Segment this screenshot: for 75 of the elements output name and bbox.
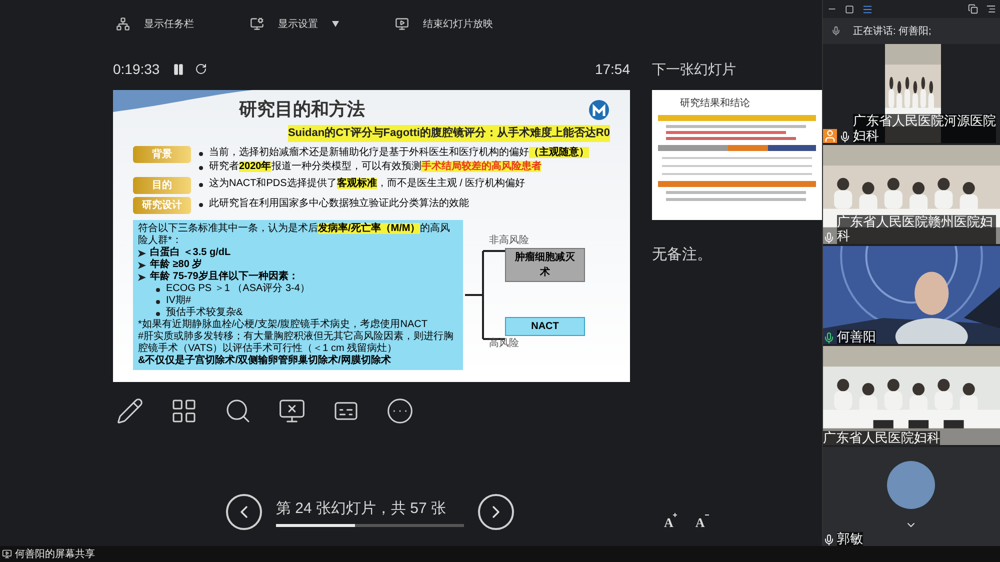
participant-name: 何善阳 <box>837 330 876 344</box>
minus-icon <box>704 512 709 516</box>
clock-time: 17:54 <box>594 60 630 78</box>
bullet-icon <box>199 152 203 156</box>
branch-label: 非高风险 <box>489 234 530 248</box>
arrow-bullet-icon <box>138 274 146 280</box>
plus-icon <box>673 512 678 516</box>
decrease-font-button[interactable]: A <box>695 512 709 532</box>
criteria-intro: 符合以下三条标准其中一条，认为是术后发病率/死亡率（M/M）的高风险人群*： <box>138 222 452 246</box>
pause-icon <box>172 62 185 76</box>
pen-icon <box>116 397 144 425</box>
toolbar-icon <box>116 17 130 31</box>
speaking-label: 正在讲话: 何善阳; <box>853 24 932 38</box>
criteria-subitem: 预估手术较复杂& <box>166 306 243 318</box>
next-slide-button[interactable] <box>478 494 514 530</box>
footnote: &不仅仅是子宫切除术/双侧输卵管卵巢切除术/网膜切除术 <box>138 354 392 366</box>
criteria-subitem: IV期# <box>166 294 192 306</box>
bullet-icon <box>156 312 160 316</box>
slide-counter: 第 24 张幻灯片，共 57 张 <box>276 498 448 518</box>
criteria-item: 年龄 ≥80 岁 <box>150 258 202 270</box>
bullet-icon <box>199 202 203 206</box>
list-icon[interactable] <box>986 4 996 14</box>
participant-name: 广东省人民医院赣州医院妇科 <box>837 215 996 244</box>
bullet-icon <box>199 182 203 186</box>
toolbar-icon <box>250 17 264 31</box>
dropdown-caret-icon <box>332 21 339 27</box>
participant-name: 广东省人民医院妇科 <box>823 430 940 446</box>
toolbar-button[interactable]: 结束幻灯片放映 <box>395 16 493 32</box>
reset-icon <box>194 63 207 75</box>
section-label: 研究设计 <box>133 196 191 214</box>
outcome-box: NACT <box>505 316 585 336</box>
bullet-text: 此研究旨在利用国家多中心数据独立验证此分类算法的效能 <box>209 198 469 210</box>
section-label: 目的 <box>133 176 191 194</box>
slides-grid-icon <box>170 397 198 425</box>
bullet-text: 当前，选择初始减瘤术还是新辅助化疗是基于外科医生和医疗机构的偏好（主观随意） <box>209 146 589 158</box>
avatar <box>887 461 935 510</box>
maximize-icon[interactable] <box>845 4 854 14</box>
screen-icon <box>278 397 306 425</box>
screen-share-label: 何善阳的屏幕共享 <box>15 548 95 562</box>
section-label: 背景 <box>133 146 191 162</box>
speaker-notes: 无备注。 <box>652 245 713 265</box>
participant-name: 郭敏 <box>837 532 863 546</box>
thumbnail-title: 研究结果和结论 <box>679 96 751 111</box>
menu-icon[interactable] <box>862 4 873 14</box>
bullet-text: 这为NACT和PDS选择提供了客观标准，而不是医生主观 / 医疗机构偏好 <box>209 178 526 190</box>
logo-icon <box>588 98 610 120</box>
arrow-bullet-icon <box>138 250 146 256</box>
criteria-subitem: ECOG PS ＞1 （ASA评分 3-4） <box>166 282 310 294</box>
branch-label: 高风险 <box>489 336 520 350</box>
reset-timer-button[interactable] <box>194 63 207 75</box>
bullet-icon <box>156 288 160 292</box>
pause-button[interactable] <box>172 62 185 76</box>
footnote: #肝实质或肺多发转移；有大量胸腔积液但无其它高风险因素，则进行胸腔镜手术（VATS）以评估手术可行性（＜1 cm 残留病灶） <box>138 330 455 354</box>
slide-title: 研究目的和方法 <box>239 98 365 121</box>
slide-subtitle: Suidan的CT评分与Fagotti的腹腔镜评分：从手术难度上能否达R0 <box>288 125 610 142</box>
toolbar-button[interactable]: 显示设置 <box>250 16 339 32</box>
participant-name: 广东省人民医院河源医院妇科 <box>853 114 996 143</box>
previous-slide-button[interactable] <box>226 494 262 530</box>
copy-icon[interactable] <box>968 4 978 14</box>
elapsed-timer: 0:19:33 <box>113 60 160 78</box>
outcome-box: 肿瘤细胞减灭术 <box>505 248 585 282</box>
more-icon <box>386 397 414 425</box>
criteria-item: 年龄 75-79岁且伴以下一种因素： <box>150 270 298 282</box>
toolbar-button[interactable]: 显示任务栏 <box>116 16 194 32</box>
criteria-item: 白蛋白 ＜3.5 g/dL <box>150 246 231 258</box>
mic-icon <box>831 26 841 36</box>
bullet-icon <box>156 300 160 304</box>
screen-share-icon <box>2 549 12 559</box>
arrow-bullet-icon <box>138 262 146 268</box>
toolbar-icon <box>395 17 409 31</box>
footnote: *如果有近期静脉血栓/心梗/支架/腹腔镜手术病史，考虑使用NACT <box>138 318 428 330</box>
next-slide-heading: 下一张幻灯片 <box>652 60 737 78</box>
increase-font-button[interactable]: A <box>664 512 678 532</box>
search-icon <box>224 397 252 425</box>
bullet-icon <box>199 166 203 170</box>
